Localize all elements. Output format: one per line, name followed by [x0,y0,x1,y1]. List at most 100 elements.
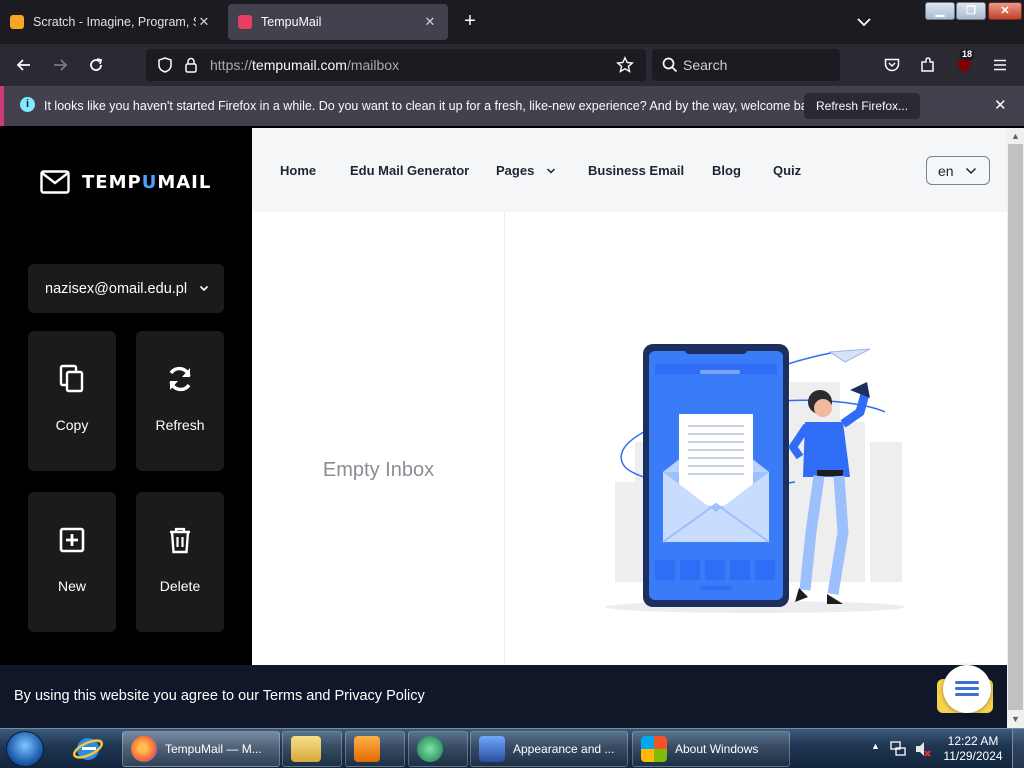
refresh-label: Refresh [155,417,205,433]
search-input[interactable]: Search [652,49,840,81]
taskbar-about-label: About Windows [675,742,759,756]
window-close-button[interactable]: ✕ [988,2,1022,20]
new-tab-button[interactable]: + [458,10,482,34]
extension-badge: 18 [960,49,975,60]
email-address: nazisex@omail.edu.pl [45,280,188,297]
taskbar-firefox-label: TempuMail — M... [165,742,262,756]
info-icon: i [20,97,35,112]
address-bar[interactable]: https://tempumail.com/mailbox [146,49,646,81]
tempumail-favicon-icon [238,15,252,29]
scroll-up-arrow-icon[interactable]: ▲ [1011,131,1020,141]
scrollbar-thumb[interactable] [1008,144,1023,710]
extensions-puzzle-icon[interactable] [915,52,941,78]
url-scheme: https:// [210,57,253,73]
close-tab-icon[interactable]: ✕ [422,14,438,30]
media-player-icon [354,736,380,762]
chevron-down-icon [546,168,555,174]
refresh-firefox-button[interactable]: Refresh Firefox... [804,93,921,119]
logo-text-start: TEMP [82,171,142,193]
copy-button[interactable]: Copy [28,331,116,471]
minimize-button[interactable]: ▁ [925,2,955,20]
taskbar-firefox[interactable]: TempuMail — M... [122,731,280,767]
menu-bar [955,681,979,684]
tab-bar: Scratch - Imagine, Program, Sh ✕ TempuMa… [0,0,1024,44]
bookmark-star-icon[interactable] [616,56,634,74]
delete-button[interactable]: Delete [136,492,224,632]
notification-message: It looks like you haven't started Firefo… [44,99,824,113]
taskbar-explorer[interactable] [282,731,342,767]
folder-icon [291,736,321,762]
logo-wordmark: TEMPUMAIL [82,172,211,193]
notification-bar: i It looks like you haven't started Fire… [0,86,1024,126]
list-all-tabs-icon[interactable] [852,12,876,32]
nav-edu-mail-generator[interactable]: Edu Mail Generator [350,163,469,178]
search-icon [661,56,679,74]
message-viewer [505,212,1007,665]
new-label: New [57,578,86,594]
reload-icon[interactable] [83,52,109,78]
taskbar-about-windows[interactable]: About Windows [632,731,790,767]
nav-quiz[interactable]: Quiz [773,163,801,178]
copy-label: Copy [55,417,89,433]
site-navigation: Home Edu Mail Generator Pages Business E… [252,128,1007,212]
nav-home[interactable]: Home [280,163,316,178]
url-text[interactable]: https://tempumail.com/mailbox [210,57,399,73]
site-logo[interactable]: TEMPUMAIL [40,170,211,194]
tab-tempumail[interactable]: TempuMail ✕ [228,4,448,40]
control-panel-icon [479,736,505,762]
nav-pages-label: Pages [496,163,535,178]
start-button[interactable] [6,731,44,767]
refresh-icon [169,366,191,392]
pocket-icon[interactable] [879,52,905,78]
system-clock[interactable]: 12:22 AM 11/29/2024 [940,734,1006,764]
chat-menu-button[interactable] [943,665,991,713]
language-value: en [938,163,954,179]
url-path: /mailbox [346,57,400,73]
shield-icon[interactable] [156,56,174,74]
clock-date: 11/29/2024 [943,749,1003,763]
trash-icon [170,527,190,554]
tab-scratch[interactable]: Scratch - Imagine, Program, Sh ✕ [0,4,222,40]
sidebar: TEMPUMAIL nazisex@omail.edu.pl Copy Refr… [0,128,252,665]
nav-pages[interactable]: Pages [496,163,556,178]
internet-explorer-icon[interactable] [70,733,110,765]
windows-taskbar: TempuMail — M... Appearance and ... Abou… [0,728,1024,768]
maximize-button[interactable]: ❐ [956,2,986,20]
taskbar-appearance[interactable]: Appearance and ... [470,731,628,767]
email-address-select[interactable]: nazisex@omail.edu.pl [28,264,224,313]
logo-text-end: MAIL [157,171,212,193]
windows-flag-icon [641,736,667,762]
network-icon[interactable] [890,740,906,758]
firefox-icon [131,736,157,762]
forward-arrow-icon[interactable] [47,52,73,78]
plus-square-icon [59,527,85,553]
taskbar-media-player[interactable] [345,731,405,767]
nav-blog[interactable]: Blog [712,163,741,178]
language-select[interactable]: en [926,156,990,185]
app-icon [417,736,443,762]
back-arrow-icon[interactable] [11,52,37,78]
cookie-banner: By using this website you agree to our T… [0,665,1007,728]
taskbar-appearance-label: Appearance and ... [513,742,615,756]
new-email-button[interactable]: New [28,492,116,632]
navigation-toolbar: https://tempumail.com/mailbox Search 18 [0,44,1024,86]
tab-title: TempuMail [261,15,322,29]
lock-icon[interactable] [182,56,200,74]
page-scrollbar[interactable]: ▲ ▼ [1007,128,1024,728]
taskbar-app[interactable] [408,731,468,767]
copy-icon [59,364,84,393]
clock-time: 12:22 AM [947,734,999,748]
chevron-down-icon [199,285,209,292]
refresh-button[interactable]: Refresh [136,331,224,471]
show-hidden-icons-icon[interactable]: ▲ [871,741,880,751]
close-tab-icon[interactable]: ✕ [196,14,212,30]
url-host: tempumail.com [252,57,347,73]
volume-muted-icon[interactable] [914,740,932,758]
close-notification-icon[interactable]: ✕ [994,96,1007,114]
delete-label: Delete [159,578,201,594]
nav-business-email[interactable]: Business Email [588,163,684,178]
hamburger-menu-icon[interactable] [987,52,1013,78]
scroll-down-arrow-icon[interactable]: ▼ [1011,714,1020,724]
tab-title: Scratch - Imagine, Program, Sh [33,15,196,29]
show-desktop-button[interactable] [1012,729,1024,768]
